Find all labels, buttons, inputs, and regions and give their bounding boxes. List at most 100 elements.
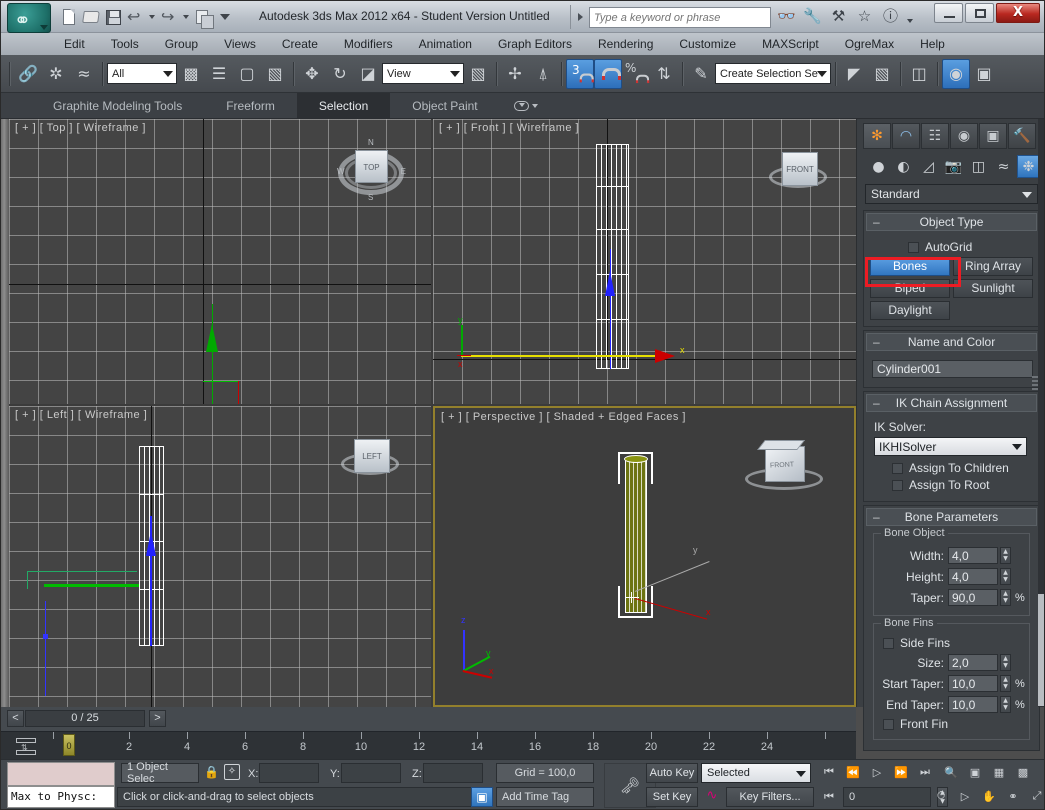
previous-frame-icon[interactable]: ⏪ [843, 763, 863, 781]
autogrid-checkbox[interactable] [908, 242, 919, 253]
timeline[interactable]: ⇅ 2 4 6 8 10 12 14 16 18 20 22 24 0 [1, 731, 856, 759]
viewport-left[interactable]: LEFT [ + ] [ Left ] [ Wireframe ] [9, 406, 431, 707]
select-and-scale-icon[interactable]: ◪ [354, 59, 382, 89]
gizmo-bar-left[interactable] [44, 584, 139, 587]
edit-named-selection-sets-icon[interactable]: ✎ [687, 59, 715, 89]
key-filters-button[interactable]: Key Filters... [726, 787, 814, 807]
field-of-view-icon[interactable]: ▷ [955, 787, 975, 805]
viewcube-face[interactable]: LEFT [354, 439, 390, 473]
zoom-extents-all-icon[interactable]: ▩ [1013, 763, 1033, 781]
mirror-icon[interactable]: ◤ [840, 59, 868, 89]
binoculars-icon[interactable]: 👓 [777, 6, 796, 27]
keyboard-shortcut-override-icon[interactable]: ⍋ [529, 59, 557, 89]
next-frame-button[interactable]: > [149, 710, 166, 727]
fin-end-taper-input[interactable] [948, 696, 998, 713]
modify-tab[interactable]: ◠ [892, 123, 920, 149]
menu-customize[interactable]: Customize [666, 35, 749, 53]
panel-resize-grip[interactable] [1032, 374, 1038, 396]
lights-icon[interactable]: ◿ [917, 155, 940, 178]
viewcube-left[interactable]: LEFT [336, 431, 406, 501]
fin-end-taper-spinner[interactable]: ▲▼ [948, 696, 1011, 713]
select-and-rotate-icon[interactable]: ↻ [326, 59, 354, 89]
select-and-manipulate-icon[interactable]: ✢ [501, 59, 529, 89]
viewcube-face[interactable]: FRONT [782, 152, 818, 186]
rollout-header-ik-chain[interactable]: – IK Chain Assignment [866, 394, 1037, 412]
search-input-wrapper[interactable] [589, 7, 771, 28]
bones-button[interactable]: Bones [870, 257, 950, 276]
undo-dropdown-icon[interactable] [149, 15, 155, 19]
close-button[interactable]: X [996, 3, 1040, 23]
bone-height-spinner[interactable]: ▲▼ [948, 568, 1011, 585]
prev-frame-button[interactable]: < [7, 710, 24, 727]
tab-graphite-modeling-tools[interactable]: Graphite Modeling Tools [31, 93, 204, 118]
menu-modifiers[interactable]: Modifiers [331, 35, 406, 53]
ribbon-options-dropdown[interactable] [514, 93, 538, 118]
subscription-icon[interactable]: ⚒ [829, 6, 848, 27]
rollout-header-object-type[interactable]: – Object Type [866, 213, 1037, 231]
named-selection-sets-dropdown[interactable]: Create Selection Se [715, 63, 831, 84]
hierarchy-tab[interactable]: ☷ [921, 123, 949, 149]
bone-height-input[interactable] [948, 568, 998, 585]
fin-end-taper-stepper[interactable]: ▲▼ [1000, 696, 1011, 713]
angle-snap-toggle-icon[interactable] [594, 59, 622, 89]
ik-solver-dropdown[interactable]: IKHISolver [874, 437, 1027, 456]
minimize-button[interactable] [934, 3, 963, 23]
auto-key-button[interactable]: Auto Key [646, 763, 698, 783]
new-file-icon[interactable] [59, 7, 79, 27]
set-key-button[interactable]: Set Key [646, 787, 698, 807]
space-warps-icon[interactable]: ≈ [992, 155, 1015, 178]
gizmo-x-arrowhead-front[interactable] [655, 349, 675, 363]
favorites-star-icon[interactable]: ☆ [855, 6, 874, 27]
time-configuration-icon[interactable]: ⏱ [931, 787, 951, 805]
selection-filter-dropdown[interactable]: All [107, 63, 177, 84]
helpers-icon[interactable]: ◫ [967, 155, 990, 178]
render-setup-icon[interactable]: ▣ [970, 59, 998, 89]
percent-snap-toggle-icon[interactable]: % [622, 59, 650, 89]
viewport-left-label[interactable]: [ + ] [ Left ] [ Wireframe ] [15, 409, 147, 421]
title-expand-icon[interactable] [578, 13, 583, 21]
menu-ogremax[interactable]: OgreMax [832, 35, 907, 53]
gizmo-z-left[interactable] [45, 601, 46, 696]
gizmo-x-bar-front[interactable] [461, 355, 661, 357]
zoom-extents-icon[interactable]: ▦ [989, 763, 1009, 781]
front-fin-row[interactable]: Front Fin [879, 717, 1024, 731]
next-frame-icon[interactable]: ⏩ [891, 763, 911, 781]
absolute-relative-transform-icon[interactable]: ✧ [224, 764, 240, 780]
pan-view-icon[interactable]: ✋ [979, 787, 999, 805]
viewport-perspective-label[interactable]: [ + ] [ Perspective ] [ Shaded + Edged F… [441, 411, 686, 423]
maxscript-mini-listener-output[interactable] [7, 762, 115, 786]
go-to-end-icon[interactable]: ⏭ [915, 763, 935, 781]
viewcube-face[interactable]: TOP [355, 150, 388, 183]
geometry-icon[interactable]: ● [867, 155, 890, 178]
viewport-front[interactable]: x y x FRONT [ + ] [ Front ] [ Wireframe … [433, 119, 856, 404]
shapes-icon[interactable]: ◐ [892, 155, 915, 178]
viewcube-perspective[interactable]: FRONT [743, 438, 829, 508]
assign-to-root-checkbox[interactable] [892, 480, 903, 491]
adaptive-degradation-icon[interactable]: ▣ [471, 787, 493, 807]
redo-dropdown-icon[interactable] [183, 15, 189, 19]
menu-tools[interactable]: Tools [98, 35, 152, 53]
menu-maxscript[interactable]: MAXScript [749, 35, 832, 53]
z-coordinate-input[interactable] [423, 763, 483, 783]
bone-taper-spinner[interactable]: ▲▼ [948, 589, 1011, 606]
tab-selection[interactable]: Selection [297, 93, 390, 118]
rollout-header-name-and-color[interactable]: – Name and Color [866, 333, 1037, 351]
maximize-button[interactable] [965, 3, 994, 23]
assign-to-children-checkbox[interactable] [892, 463, 903, 474]
help-icon[interactable]: ⓘ [881, 6, 900, 27]
menu-create[interactable]: Create [269, 35, 331, 53]
display-tab[interactable]: ▣ [979, 123, 1007, 149]
undo-icon[interactable]: ↩ [125, 7, 145, 27]
viewcube-front[interactable]: FRONT [764, 144, 834, 214]
fin-size-spinner[interactable]: ▲▼ [948, 654, 1011, 671]
align-icon[interactable]: ▧ [868, 59, 896, 89]
rectangular-selection-region-icon[interactable]: ▢ [233, 59, 261, 89]
unlink-selection-icon[interactable]: ✲ [42, 59, 70, 89]
viewport-left-rail[interactable] [1, 119, 9, 707]
wrench-icon[interactable]: 🔧 [803, 6, 822, 27]
category-dropdown[interactable]: Standard [865, 184, 1038, 204]
menu-views[interactable]: Views [211, 35, 269, 53]
timeline-ruler[interactable]: 2 4 6 8 10 12 14 16 18 20 22 24 [53, 732, 856, 760]
use-pivot-point-center-icon[interactable]: ▧ [464, 59, 492, 89]
menu-animation[interactable]: Animation [406, 35, 485, 53]
